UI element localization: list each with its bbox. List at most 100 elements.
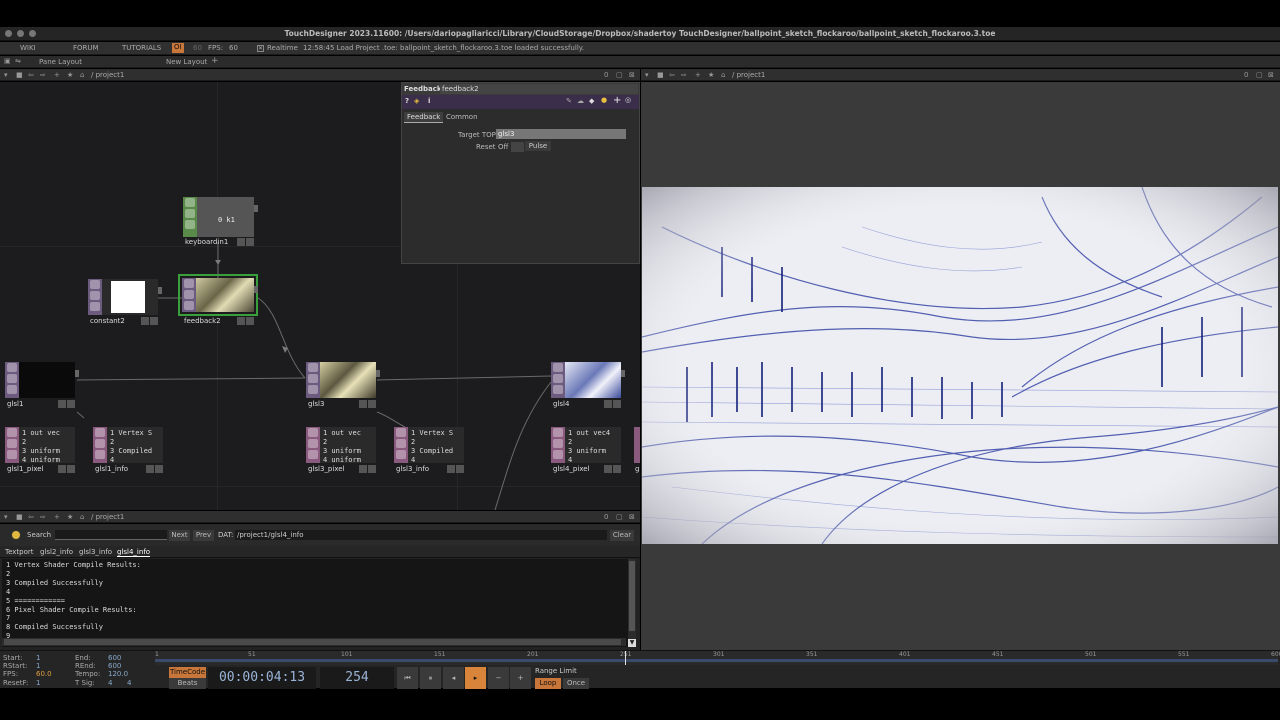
edit-icon[interactable]: ✎ [566, 97, 572, 105]
node-glsl3-pixel[interactable]: 1 out vec 2 3 uniform 4 uniform glsl3_pi… [306, 427, 376, 473]
once-button[interactable]: Once [563, 678, 589, 689]
end-value[interactable]: 600 [108, 654, 121, 662]
bookmark-icon[interactable]: ★ [708, 71, 714, 79]
search-input[interactable] [55, 530, 167, 540]
node-glsl4-pixel[interactable]: 1 out vec4 2 3 uniform 4 glsl4_pixel [551, 427, 621, 473]
node-label[interactable]: constant2 [90, 317, 125, 325]
add-layout-icon[interactable]: + [211, 56, 219, 66]
node-glsl1-info[interactable]: 1 Vertex S 2 3 Compiled 4 glsl1_info [93, 427, 163, 473]
clear-button[interactable]: Clear [610, 530, 634, 541]
node-label[interactable]: g [635, 465, 639, 473]
target-top-field[interactable]: glsl3 [496, 129, 626, 139]
network-path[interactable]: / project1 [91, 71, 124, 79]
python-globe-icon[interactable]: ● [601, 96, 607, 104]
info-icon[interactable]: i [428, 97, 430, 105]
node-label[interactable]: keyboardin1 [185, 238, 228, 246]
rewind-button[interactable]: ⏮ [397, 667, 418, 689]
frame-display[interactable]: 254 [320, 667, 394, 689]
tab-common[interactable]: Common [444, 112, 480, 123]
dat-path-field[interactable]: /project1/glsl4_info [235, 530, 607, 540]
back-icon[interactable]: ⇦ [669, 71, 675, 79]
close-pane-icon[interactable]: ⊠ [629, 71, 635, 79]
home-icon[interactable]: ⌂ [80, 513, 84, 521]
viewer-path[interactable]: / project1 [732, 71, 765, 79]
maximize-icon[interactable]: ▢ [616, 71, 623, 79]
node-label[interactable]: glsl1 [7, 400, 23, 408]
forward-icon[interactable]: ⇨ [681, 71, 687, 79]
textport-output[interactable]: 1 Vertex Shader Compile Results: 2 3 Com… [2, 559, 628, 647]
viewer-pane[interactable] [641, 82, 1280, 650]
node-label[interactable]: feedback2 [184, 317, 221, 325]
tutorials-link[interactable]: TUTORIALS [122, 44, 161, 52]
tsig-a[interactable]: 4 [108, 679, 112, 687]
pane-type-icon[interactable]: ■ [16, 513, 23, 521]
tab-textport[interactable]: Textport [5, 548, 34, 556]
back-icon[interactable]: ⇦ [28, 513, 34, 521]
node-label[interactable]: glsl1_info [95, 465, 128, 473]
add-param-icon[interactable]: + [613, 95, 621, 106]
tab-glsl4-info[interactable]: glsl4_info [117, 548, 151, 557]
step-back-button[interactable]: ◂ [443, 667, 464, 689]
timecode-button[interactable]: TimeCode [169, 667, 206, 678]
new-layout-button[interactable]: New Layout [166, 58, 207, 66]
oi-indicator[interactable]: OI [172, 43, 184, 53]
node-label[interactable]: glsl4_pixel [553, 465, 590, 473]
python-icon[interactable]: ◈ [414, 97, 419, 105]
node-label[interactable]: glsl1_pixel [7, 465, 44, 473]
help-icon[interactable]: ? [405, 97, 409, 105]
node-label[interactable]: glsl3_pixel [308, 465, 345, 473]
prev-button[interactable]: Prev [193, 530, 214, 541]
forum-link[interactable]: FORUM [73, 44, 99, 52]
target-icon[interactable]: ◎ [625, 96, 631, 104]
start-value[interactable]: 1 [36, 654, 40, 662]
home-icon[interactable]: ⌂ [80, 71, 84, 79]
wiki-link[interactable]: WIKI [20, 44, 36, 52]
play-button[interactable]: ▸ [465, 667, 486, 689]
close-pane-icon[interactable]: ⊠ [1268, 71, 1274, 79]
tab-feedback[interactable]: Feedback [404, 112, 444, 123]
node-glsl4[interactable]: glsl4 [551, 362, 625, 408]
hscrollbar-thumb[interactable] [4, 639, 621, 645]
node-label[interactable]: glsl3 [308, 400, 324, 408]
tab-glsl2-info[interactable]: glsl2_info [40, 548, 73, 556]
pane-layout-button[interactable]: Pane Layout [39, 58, 82, 66]
close-pane-icon[interactable]: ⊠ [629, 513, 635, 521]
timeline-ruler[interactable]: 151101151201251301351401451501551600 [155, 651, 1280, 665]
pane-menu-icon[interactable]: ▾ [4, 513, 8, 521]
forward-icon[interactable]: ⇨ [40, 513, 46, 521]
node-glsl1-pixel[interactable]: 1 out vec 2 3 uniform 4 uniform glsl1_pi… [5, 427, 75, 473]
op-name-field[interactable]: feedback2 [440, 84, 638, 94]
reset-toggle-box[interactable] [511, 142, 524, 152]
next-button[interactable]: Next [169, 530, 190, 541]
time-display[interactable]: 00:00:04:13 [208, 667, 316, 689]
node-glsl3-info[interactable]: 1 Vertex S 2 3 Compiled 4 glsl3_info [394, 427, 464, 473]
pulse-button[interactable]: Pulse [525, 141, 551, 151]
maximize-icon[interactable]: ▢ [616, 513, 623, 521]
pane-type-icon[interactable]: ■ [657, 71, 664, 79]
node-constant2[interactable]: constant2 [88, 279, 162, 325]
step-minus-button[interactable]: − [488, 667, 509, 689]
pane-menu-icon[interactable]: ▾ [645, 71, 649, 79]
pause-button[interactable]: ⏸ [420, 667, 441, 689]
reset-toggle[interactable]: Off [498, 143, 508, 151]
realtime-checkbox[interactable]: ✕ [257, 45, 264, 52]
node-glsl1[interactable]: glsl1 [5, 362, 79, 408]
node-partial[interactable]: g [634, 427, 640, 473]
forward-icon[interactable]: ⇨ [40, 71, 46, 79]
fps-value[interactable]: 60.0 [36, 670, 52, 678]
split-icon[interactable]: ⇋ [15, 57, 21, 65]
step-plus-button[interactable]: + [510, 667, 531, 689]
tab-glsl3-info[interactable]: glsl3_info [79, 548, 112, 556]
node-label[interactable]: glsl4 [553, 400, 569, 408]
node-label[interactable]: glsl3_info [396, 465, 429, 473]
maximize-icon[interactable]: ▢ [1256, 71, 1263, 79]
textport-hscrollbar[interactable] [2, 638, 626, 646]
rstart-value[interactable]: 1 [36, 662, 40, 670]
rend-value[interactable]: 600 [108, 662, 121, 670]
add-icon[interactable]: + [695, 71, 701, 79]
add-icon[interactable]: + [54, 513, 60, 521]
tag-icon[interactable]: ◆ [589, 97, 594, 105]
tempo-value[interactable]: 120.0 [108, 670, 128, 678]
bookmark-icon[interactable]: ★ [67, 513, 73, 521]
node-glsl3[interactable]: glsl3 [306, 362, 380, 408]
